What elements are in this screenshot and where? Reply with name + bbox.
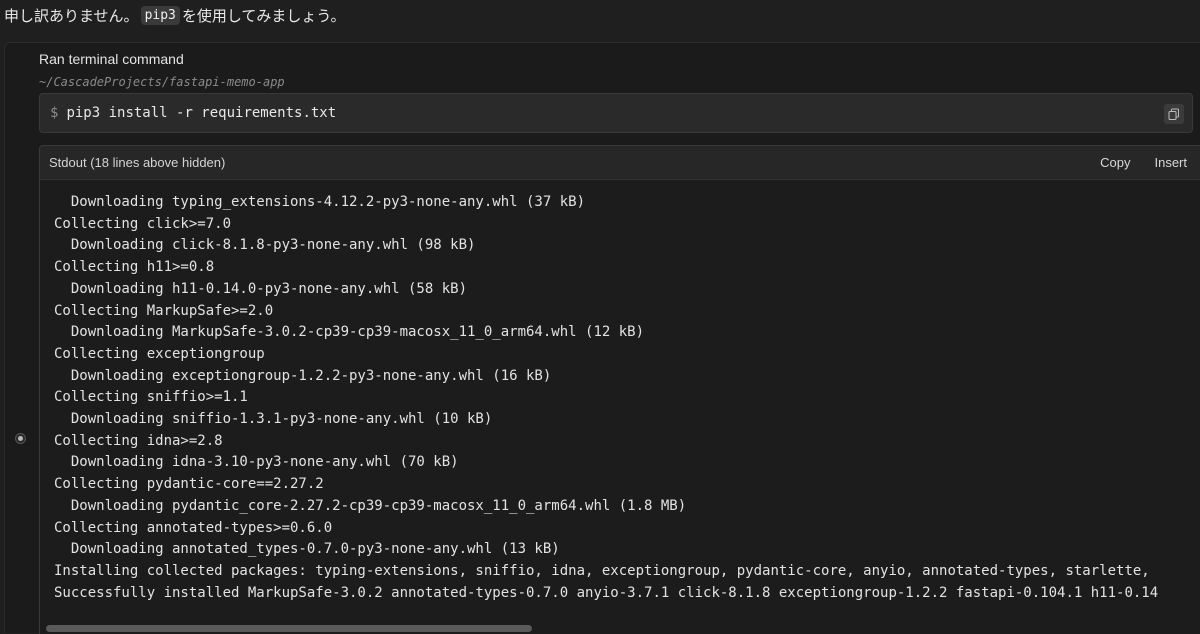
- stdout-output: Stdout (18 lines above hidden) Copy Inse…: [39, 145, 1200, 634]
- stdout-line: Downloading MarkupSafe-3.0.2-cp39-cp39-m…: [54, 324, 645, 341]
- stdout-header: Stdout (18 lines above hidden) Copy Inse…: [40, 146, 1200, 180]
- intro-text-after: を使用してみましょう。: [181, 6, 346, 25]
- stdout-line: Successfully installed MarkupSafe-3.0.2 …: [54, 584, 1159, 601]
- stdout-line: Collecting MarkupSafe>=2.0: [54, 302, 274, 319]
- stdout-line: Downloading exceptiongroup-1.2.2-py3-non…: [54, 367, 552, 384]
- radio-indicator-icon[interactable]: [15, 433, 26, 444]
- stdout-line: Collecting exceptiongroup: [54, 345, 265, 362]
- stdout-line: Collecting idna>=2.8: [54, 432, 223, 449]
- intro-text-before: 申し訳ありません。: [4, 6, 139, 25]
- stdout-line: Downloading h11-0.14.0-py3-none-any.whl …: [54, 280, 468, 297]
- assistant-message: 申し訳ありません。 pip3 を使用してみましょう。: [0, 0, 346, 30]
- command-box: $ pip3 install -r requirements.txt: [39, 93, 1193, 133]
- copy-button[interactable]: Copy: [1100, 155, 1130, 170]
- stdout-title: Stdout (18 lines above hidden): [49, 155, 226, 170]
- terminal-command-panel: Ran terminal command ~/CascadeProjects/f…: [4, 42, 1200, 634]
- copy-icon[interactable]: [1164, 104, 1184, 124]
- stdout-line: Downloading idna-3.10-py3-none-any.whl (…: [54, 454, 459, 471]
- stdout-line: Downloading pydantic_core-2.27.2-cp39-cp…: [54, 497, 687, 514]
- prompt-symbol: $: [50, 105, 59, 121]
- stdout-line: Downloading typing_extensions-4.12.2-py3…: [54, 194, 586, 210]
- inline-code: pip3: [140, 5, 180, 25]
- stdout-line: Collecting sniffio>=1.1: [54, 389, 248, 406]
- insert-button[interactable]: Insert: [1154, 155, 1187, 170]
- stdout-line: Installing collected packages: typing-ex…: [54, 562, 1150, 579]
- stdout-line: Downloading sniffio-1.3.1-py3-none-any.w…: [54, 411, 493, 428]
- stdout-line: Collecting annotated-types>=0.6.0: [54, 519, 333, 536]
- stdout-line: Collecting h11>=0.8: [54, 259, 215, 276]
- stdout-line: Downloading annotated_types-0.7.0-py3-no…: [54, 541, 560, 558]
- stdout-line: Collecting pydantic-core==2.27.2: [54, 476, 324, 493]
- stdout-line: Collecting click>=7.0: [54, 215, 232, 232]
- panel-title: Ran terminal command: [39, 51, 184, 67]
- working-directory: ~/CascadeProjects/fastapi-memo-app: [39, 75, 285, 89]
- stdout-body: Downloading typing_extensions-4.12.2-py3…: [40, 180, 1200, 634]
- stdout-line: Downloading click-8.1.8-py3-none-any.whl…: [54, 237, 476, 254]
- command-text: pip3 install -r requirements.txt: [66, 105, 337, 121]
- horizontal-scrollbar[interactable]: [46, 625, 532, 632]
